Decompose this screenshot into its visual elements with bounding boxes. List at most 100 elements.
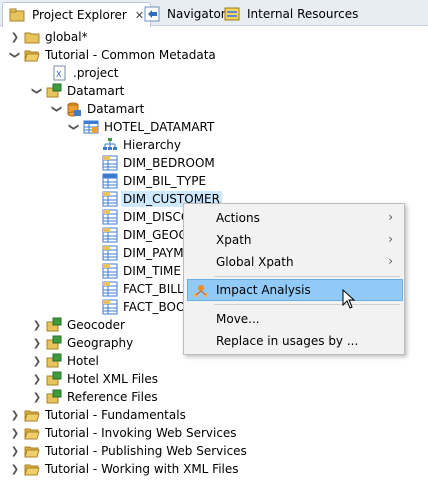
menu-item-global-xpath[interactable]: Global Xpath › [187,251,403,273]
open-folder-icon [24,446,40,458]
svg-text:X: X [56,70,62,79]
tree-node-tutorial-common-metadata[interactable]: ❯ Tutorial - Common Metadata [8,46,218,64]
menu-item-label: Global Xpath [216,255,294,269]
tab-project-explorer[interactable]: Project Explorer ✕ [2,2,152,27]
tree-node-reference-files[interactable]: ❯ Reference Files [30,388,160,406]
chevron-down-icon[interactable]: ❯ [8,48,22,62]
tree-node-datamart-db[interactable]: ❯ Datamart [50,100,146,118]
tree-node-dim-time[interactable]: DIM_TIME [100,262,183,280]
dimension-table-icon [102,245,118,261]
tree-node-datamart-folder[interactable]: ❯ Datamart [30,82,126,100]
tab-internal-resources[interactable]: Internal Resources [218,2,364,26]
menu-item-replace-in-usages[interactable]: Replace in usages by ... [187,330,403,352]
menu-item-actions[interactable]: Actions › [187,207,403,229]
open-folder-icon [24,410,40,422]
tree-label: .project [73,66,119,80]
chevron-right-icon[interactable]: ❯ [30,372,44,386]
chevron-right-icon[interactable]: ❯ [8,30,22,44]
tree-node-hierarchy[interactable]: Hierarchy [100,136,183,154]
tree-node-dim-disco[interactable]: DIM_DISCO [100,208,192,226]
tree-label: FACT_BILL [123,282,184,296]
tab-label: Internal Resources [247,7,359,21]
chevron-right-icon[interactable]: ❯ [30,318,44,332]
tree-label: Geocoder [67,318,125,332]
chevron-down-icon[interactable]: ❯ [67,120,81,134]
tree-label: global* [45,30,88,44]
tree-label: DIM_DISCO [123,210,191,224]
menu-item-label: Xpath [216,233,252,247]
folder-icon [24,32,40,44]
tree-label: Hierarchy [123,138,182,152]
internal-resources-icon [224,7,240,21]
dimension-table-icon [102,263,118,279]
tree-node-dim-bedroom[interactable]: DIM_BEDROOM [100,154,217,172]
chevron-right-icon[interactable]: ❯ [30,354,44,368]
datamart-folder-icon [46,335,62,350]
datamart-folder-icon [46,83,62,98]
open-folder-icon [24,50,40,62]
tree-label: Hotel [67,354,99,368]
open-folder-icon [24,464,40,476]
tree-label: Tutorial - Publishing Web Services [45,444,247,458]
fact-table-icon [102,299,118,315]
tree-label: DIM_TIME [123,264,181,278]
context-menu: Actions › Xpath › Global Xpath › Impact … [183,203,405,355]
chevron-down-icon[interactable]: ❯ [50,102,64,116]
datamart-folder-icon [46,389,62,404]
tree-node-tutorial-publishing[interactable]: ❯ Tutorial - Publishing Web Services [8,442,249,460]
chevron-right-icon[interactable]: ❯ [30,336,44,350]
tree-label: Geography [67,336,134,350]
tree-label: Tutorial - Common Metadata [45,48,216,62]
tree-label: Datamart [67,84,125,98]
tree-node-dim-paym[interactable]: DIM_PAYM [100,244,186,262]
tree-node-hotel-xml-files[interactable]: ❯ Hotel XML Files [30,370,160,388]
view-tab-bar: Project Explorer ✕ Navigator Internal Re… [0,0,428,27]
tree-label: FACT_BOO [123,300,186,314]
tree-node-hotel[interactable]: ❯ Hotel [30,352,101,370]
chevron-down-icon[interactable]: ❯ [30,84,44,98]
tab-label: Project Explorer [32,8,127,22]
menu-item-move[interactable]: Move... [187,308,403,330]
chevron-right-icon[interactable]: ❯ [30,390,44,404]
datamart-folder-icon [46,317,62,332]
tree-node-dim-bil-type[interactable]: DIM_BIL_TYPE [100,172,208,190]
menu-item-impact-analysis[interactable]: Impact Analysis [187,279,403,301]
tree-node-tutorial-fundamentals[interactable]: ❯ Tutorial - Fundamentals [8,406,188,424]
dimension-table-icon [102,155,118,171]
tab-label: Navigator [167,7,226,21]
dimension-table-icon [102,227,118,243]
chevron-right-icon[interactable]: ❯ [8,408,22,422]
tree-node-project-file[interactable]: X .project [36,64,120,82]
datamart-folder-icon [46,353,62,368]
tree-node-geocoder[interactable]: ❯ Geocoder [30,316,127,334]
tree-node-tutorial-invoking[interactable]: ❯ Tutorial - Invoking Web Services [8,424,239,442]
submenu-arrow-icon: › [388,210,393,224]
tree-node-tutorial-xml[interactable]: ❯ Tutorial - Working with XML Files [8,460,241,478]
menu-item-label: Move... [216,312,260,326]
tree-label: DIM_BIL_TYPE [123,174,207,188]
tree-label: DIM_BEDROOM [123,156,215,170]
project-explorer-icon [9,8,25,22]
tree-node-hotel-datamart[interactable]: ❯ HOTEL_DATAMART [67,118,216,136]
tree-node-fact-boo[interactable]: FACT_BOO [100,298,187,316]
hierarchy-icon [103,138,117,150]
menu-item-xpath[interactable]: Xpath › [187,229,403,251]
chevron-right-icon[interactable]: ❯ [8,444,22,458]
menu-item-label: Impact Analysis [216,283,311,297]
chevron-right-icon[interactable]: ❯ [8,426,22,440]
navigator-icon [144,6,160,22]
tree-label: Reference Files [67,390,158,404]
database-icon [67,102,81,117]
tree-node-geography[interactable]: ❯ Geography [30,334,135,352]
xml-file-icon: X [53,65,66,81]
tree-node-global[interactable]: ❯ global* [8,28,90,46]
schema-icon [83,120,99,134]
tree-node-dim-geog[interactable]: DIM_GEOG [100,226,190,244]
chevron-right-icon[interactable]: ❯ [8,462,22,476]
table-icon [102,173,118,189]
tree-label: Datamart [87,102,145,116]
tree-label: DIM_PAYM [123,246,184,260]
tree-label: DIM_GEOG [123,228,188,242]
tree-label: Tutorial - Working with XML Files [45,462,239,476]
tree-node-fact-bill[interactable]: FACT_BILL [100,280,186,298]
